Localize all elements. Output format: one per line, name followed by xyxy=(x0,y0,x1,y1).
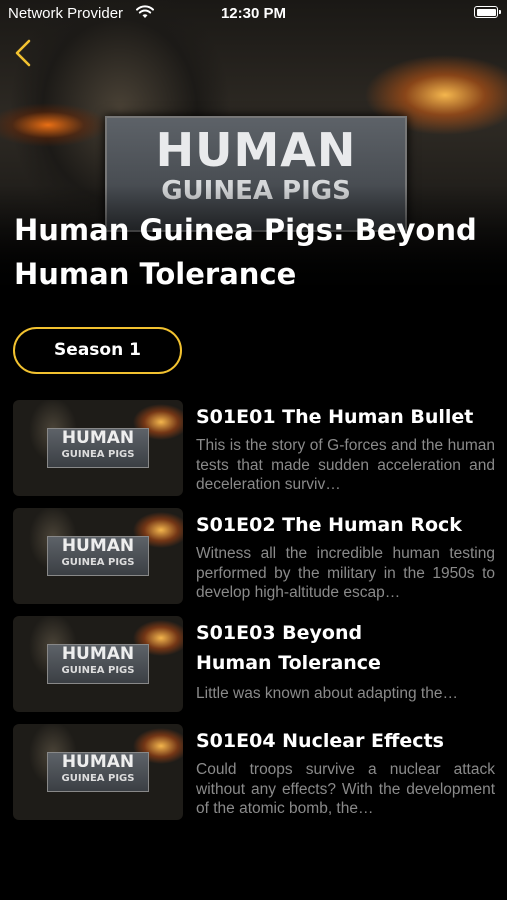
episode-title: S01E03 Beyond Human Tolerance xyxy=(196,622,381,674)
episode-title: S01E01 The Human Bullet xyxy=(196,406,474,428)
episode-description: This is the story of G-forces and the hu… xyxy=(196,437,495,493)
thumb-logo-line2: GUINEA PIGS xyxy=(61,773,135,784)
thumb-logo-line1: HUMAN xyxy=(61,536,135,556)
show-logo-line1: HUMAN xyxy=(155,123,357,177)
status-bar: Network Provider 12:30 PM xyxy=(0,0,507,28)
episode-row[interactable]: HUMAN GUINEA PIGS S01E02 The Human Rock W… xyxy=(13,508,495,606)
episode-row[interactable]: HUMAN GUINEA PIGS S01E01 The Human Bullet… xyxy=(13,400,495,498)
episode-title: S01E02 The Human Rock xyxy=(196,514,462,536)
episode-thumbnail: HUMAN GUINEA PIGS xyxy=(13,616,183,712)
episode-thumbnail: HUMAN GUINEA PIGS xyxy=(13,508,183,604)
episode-row[interactable]: HUMAN GUINEA PIGS S01E04 Nuclear Effects … xyxy=(13,724,495,822)
thumb-logo-line2: GUINEA PIGS xyxy=(61,449,135,460)
thumb-logo-line1: HUMAN xyxy=(61,428,135,448)
thumb-logo-line2: GUINEA PIGS xyxy=(61,557,135,568)
season-selector-button[interactable]: Season 1 xyxy=(13,327,182,374)
episode-description: Could troops survive a nuclear attack wi… xyxy=(196,761,495,817)
episode-title: S01E04 Nuclear Effects xyxy=(196,730,444,752)
episode-thumbnail: HUMAN GUINEA PIGS xyxy=(13,400,183,496)
show-title: Human Guinea Pigs: Beyond Human Toleranc… xyxy=(14,213,477,291)
thumb-logo-line1: HUMAN xyxy=(61,644,135,664)
thumb-logo-line2: GUINEA PIGS xyxy=(61,665,135,676)
battery-icon xyxy=(474,6,501,18)
episode-description: Witness all the incredible human testing… xyxy=(196,545,495,601)
thumb-logo-line1: HUMAN xyxy=(61,752,135,772)
episode-row[interactable]: HUMAN GUINEA PIGS S01E03 Beyond Human Tol… xyxy=(13,616,493,714)
episode-description: Little was known about adapting the… xyxy=(196,685,458,702)
back-chevron-icon[interactable] xyxy=(12,38,36,68)
episode-thumbnail: HUMAN GUINEA PIGS xyxy=(13,724,183,820)
clock: 12:30 PM xyxy=(220,5,287,22)
